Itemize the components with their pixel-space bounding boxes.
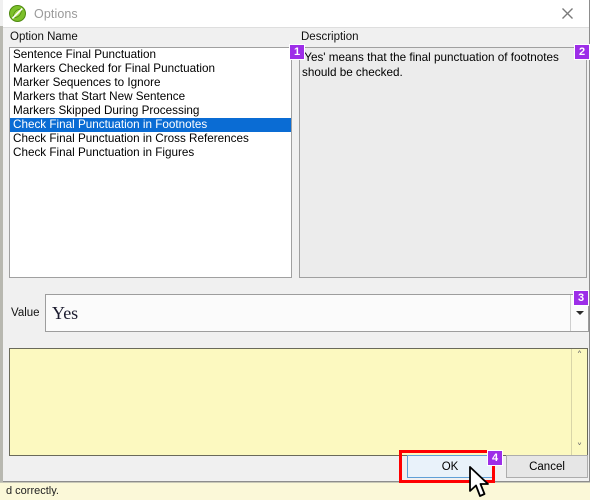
description-panel: 'Yes' means that the final punctuation o… [299, 47, 587, 278]
list-item[interactable]: Marker Sequences to Ignore [10, 76, 291, 90]
background-status-text: d correctly. [6, 485, 59, 496]
ok-button[interactable]: OK [407, 455, 493, 478]
list-item[interactable]: Check Final Punctuation in Cross Referen… [10, 132, 291, 146]
annotation-badge-4: 4 [487, 450, 503, 466]
notes-textarea[interactable]: ˄ ˅ [9, 348, 588, 456]
list-item[interactable]: Markers Checked for Final Punctuation [10, 62, 291, 76]
leaf-slash-icon [9, 5, 26, 22]
description-text: 'Yes' means that the final punctuation o… [302, 51, 563, 79]
option-name-listbox[interactable]: Sentence Final Punctuation Markers Check… [9, 47, 292, 278]
annotation-badge-1: 1 [289, 44, 305, 60]
annotation-badge-3: 3 [573, 290, 589, 306]
value-text: Yes [52, 303, 79, 323]
dialog-titlebar: Options [3, 0, 589, 28]
value-label: Value [11, 307, 40, 319]
list-item[interactable]: Sentence Final Punctuation [10, 48, 291, 62]
background-status-band [0, 482, 590, 500]
chevron-down-glyph [575, 311, 584, 315]
description-label: Description [301, 31, 359, 43]
close-icon[interactable] [545, 0, 589, 27]
cancel-button[interactable]: Cancel [506, 455, 588, 478]
scroll-up-icon[interactable]: ˄ [577, 349, 583, 363]
list-item[interactable]: Markers Skipped During Processing [10, 104, 291, 118]
list-item[interactable]: Check Final Punctuation in Figures [10, 146, 291, 160]
annotation-badge-2: 2 [574, 44, 590, 60]
scroll-down-icon[interactable]: ˅ [577, 441, 583, 455]
notes-scrollbar[interactable]: ˄ ˅ [571, 349, 587, 455]
list-item-selected[interactable]: Check Final Punctuation in Footnotes [10, 118, 291, 132]
value-combobox[interactable]: Yes [45, 294, 589, 332]
options-dialog: Options Option Name Description Value Se… [3, 0, 590, 482]
option-name-label: Option Name [10, 31, 78, 43]
notes-text [10, 349, 587, 355]
dialog-title: Options [34, 6, 78, 21]
list-item[interactable]: Markers that Start New Sentence [10, 90, 291, 104]
screen: d correctly. Options Option Name Descrip… [0, 0, 590, 500]
